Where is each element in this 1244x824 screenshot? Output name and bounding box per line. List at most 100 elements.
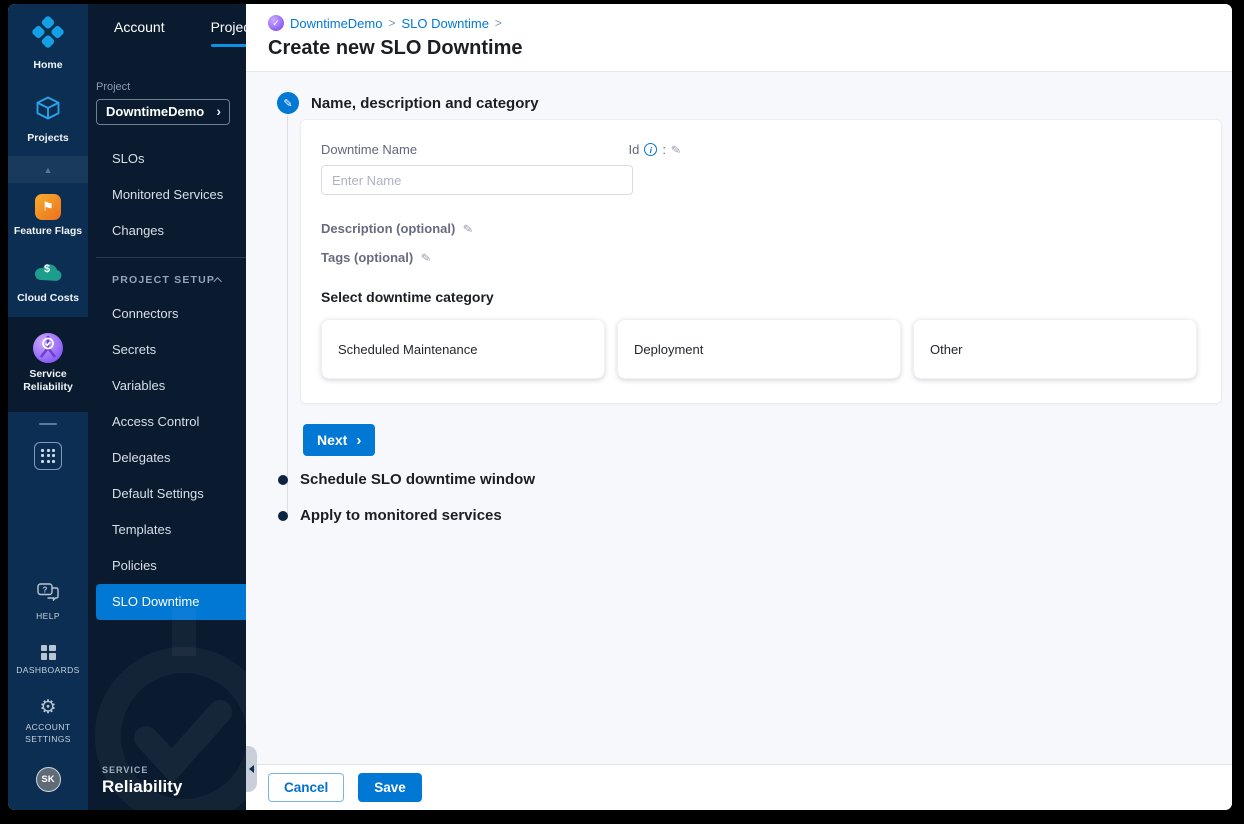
step-3-title: Apply to monitored services — [300, 507, 502, 524]
help-label: HELP — [36, 611, 60, 622]
project-name: DowntimeDemo — [106, 103, 205, 119]
category-card-label: Deployment — [634, 341, 704, 357]
description-label: Description (optional) — [321, 221, 456, 236]
project-setup-label: PROJECT SETUP — [112, 273, 216, 286]
sidebar-item-secrets[interactable]: Secrets — [88, 332, 246, 368]
modnav-spacer — [8, 476, 88, 572]
sidebar-item-delegates[interactable]: Delegates — [88, 440, 246, 476]
breadcrumb-separator: > — [494, 16, 502, 30]
category-card-deployment[interactable]: Deployment — [617, 319, 901, 379]
project-setup-section-toggle[interactable]: PROJECT SETUP — [88, 262, 246, 296]
sidebar-item-variables[interactable]: Variables — [88, 368, 246, 404]
avatar[interactable]: SK — [35, 767, 61, 792]
step-3-ring-icon — [278, 510, 288, 521]
tags-row[interactable]: Tags (optional) ✎ — [321, 250, 1197, 265]
downtime-name-input[interactable] — [321, 165, 633, 195]
divider-handle-icon — [39, 422, 57, 425]
sidebar-item-policies[interactable]: Policies — [88, 548, 246, 584]
breadcrumb-separator: > — [388, 16, 396, 30]
page-header: ✓ DowntimeDemo > SLO Downtime > Create n… — [246, 4, 1232, 72]
sidebar-nav: SLOs Monitored Services Changes PROJECT … — [88, 141, 246, 620]
cloud-costs-icon: $ — [33, 260, 63, 287]
nav-feature-flags-label: Feature Flags — [13, 225, 83, 238]
module-picker-button[interactable] — [8, 436, 88, 476]
project-selector[interactable]: DowntimeDemo › — [96, 98, 230, 125]
category-card-scheduled-maintenance[interactable]: Scheduled Maintenance — [321, 319, 605, 379]
breadcrumb-project-link[interactable]: DowntimeDemo — [290, 16, 382, 31]
action-footer: Cancel Save — [246, 764, 1232, 810]
dashboards-icon — [40, 644, 56, 660]
nav-cloud-costs[interactable]: $ Cloud Costs — [8, 249, 88, 316]
category-section-label: Select downtime category — [321, 289, 494, 305]
step-2-ring-icon — [278, 474, 288, 485]
downtime-name-label: Downtime Name — [321, 142, 418, 157]
save-button[interactable]: Save — [358, 773, 422, 802]
account-settings-button[interactable]: ⚙ ACCOUNT SETTINGS — [8, 687, 88, 756]
sidebar-item-slo-downtime[interactable]: SLO Downtime — [96, 583, 246, 620]
category-card-other[interactable]: Other — [913, 319, 1197, 379]
breadcrumb-page-link[interactable]: SLO Downtime — [402, 16, 489, 31]
module-nav: Home Projects ▲ ⚑ Feature Flags $ Cloud … — [8, 4, 88, 810]
sidebar-item-slos[interactable]: SLOs — [88, 141, 246, 177]
help-button[interactable]: ? HELP — [8, 572, 88, 633]
collapse-left-icon — [249, 765, 254, 773]
page-title: Create new SLO Downtime — [268, 37, 523, 59]
sidebar-item-changes[interactable]: Changes — [88, 213, 246, 249]
sidebar-item-default-settings[interactable]: Default Settings — [88, 476, 246, 512]
step-3-header[interactable]: Apply to monitored services — [277, 507, 502, 524]
main-content: ✓ DowntimeDemo > SLO Downtime > Create n… — [246, 4, 1232, 810]
tab-account[interactable]: Account — [114, 19, 165, 47]
nav-home[interactable]: Home — [8, 4, 88, 83]
sidebar-item-connectors[interactable]: Connectors — [88, 296, 246, 332]
gear-icon: ⚙ — [39, 697, 57, 719]
next-button[interactable]: Next › — [303, 424, 376, 456]
user-menu[interactable]: SK — [8, 756, 88, 810]
nav-feature-flags[interactable]: ⚑ Feature Flags — [8, 183, 88, 249]
nav-projects[interactable]: Projects — [8, 83, 88, 156]
help-chat-icon: ? — [37, 583, 59, 606]
next-button-label: Next — [317, 432, 348, 448]
step-1-header[interactable]: ✎ Name, description and category — [277, 92, 539, 114]
edit-id-icon[interactable]: ✎ — [670, 142, 682, 157]
sidebar-item-templates[interactable]: Templates — [88, 512, 246, 548]
step-2-header[interactable]: Schedule SLO downtime window — [277, 471, 535, 488]
id-cluster: Id i : ✎ — [628, 142, 681, 157]
module-badge-icon: ✓ — [268, 15, 284, 31]
cube-icon — [34, 94, 62, 127]
description-row[interactable]: Description (optional) ✎ — [321, 221, 1197, 236]
breadcrumb: ✓ DowntimeDemo > SLO Downtime > — [268, 15, 1232, 31]
service-reliability-icon — [33, 332, 63, 363]
module-divider[interactable] — [8, 412, 88, 436]
category-card-label: Other — [930, 341, 963, 357]
nav-service-reliability[interactable]: Service Reliability — [8, 316, 88, 412]
svg-text:?: ? — [43, 586, 48, 595]
dashboards-label: DASHBOARDS — [16, 664, 80, 675]
module-kicker: SERVICE — [102, 765, 149, 775]
step-1-panel: Downtime Name Id i : ✎ Description (opti… — [300, 119, 1222, 404]
nav-service-reliability-label: Service Reliability — [23, 367, 73, 393]
dashboards-button[interactable]: DASHBOARDS — [8, 634, 88, 687]
id-colon: : — [662, 142, 666, 157]
chevron-right-icon: › — [356, 431, 362, 449]
step-1-title: Name, description and category — [311, 94, 539, 112]
nav-projects-label: Projects — [27, 132, 69, 145]
app-window: Home Projects ▲ ⚑ Feature Flags $ Cloud … — [8, 4, 1232, 810]
sidebar-item-monitored-services[interactable]: Monitored Services — [88, 177, 246, 213]
module-scroll-up[interactable]: ▲ — [8, 156, 88, 184]
nav-cloud-costs-label: Cloud Costs — [17, 292, 79, 305]
wizard-body: ✎ Name, description and category Downtim… — [246, 72, 1232, 764]
chevron-right-icon: › — [216, 103, 221, 119]
edit-description-icon[interactable]: ✎ — [462, 221, 474, 236]
id-label: Id — [628, 142, 640, 157]
cancel-button[interactable]: Cancel — [268, 773, 345, 802]
account-settings-label: ACCOUNT SETTINGS — [25, 722, 71, 744]
category-options: Scheduled Maintenance Deployment Other — [321, 319, 1197, 379]
edit-tags-icon[interactable]: ✎ — [420, 250, 432, 265]
name-field-header: Downtime Name Id i : ✎ — [321, 142, 682, 157]
scope-tabs: Account Project — [88, 4, 265, 47]
sidebar-item-access-control[interactable]: Access Control — [88, 404, 246, 440]
info-icon[interactable]: i — [644, 143, 658, 156]
sidebar-divider — [96, 256, 246, 258]
project-selector-label: Project — [96, 80, 131, 93]
sidebar-collapse-button[interactable] — [246, 746, 257, 792]
